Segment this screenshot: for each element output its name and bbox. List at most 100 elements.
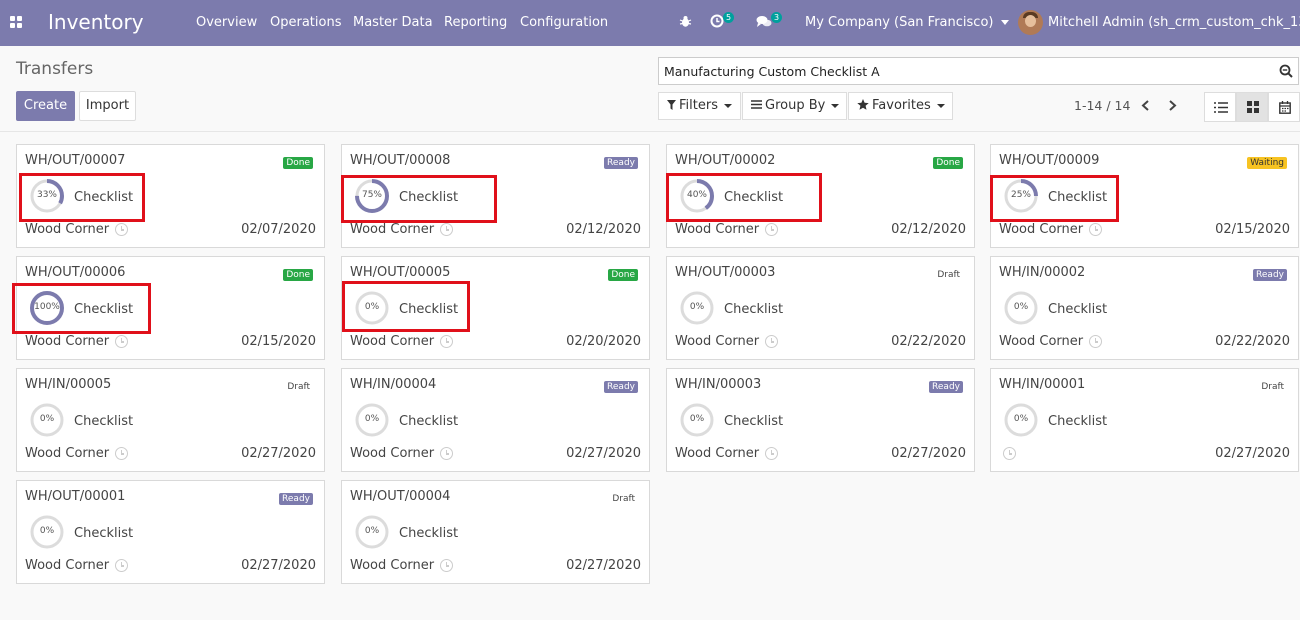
transfer-reference: WH/IN/00003 — [675, 377, 762, 392]
apps-menu-icon[interactable] — [10, 16, 23, 29]
activity-clock-icon[interactable] — [710, 14, 724, 28]
messages-icon[interactable] — [756, 15, 772, 28]
activity-clock-icon[interactable] — [765, 447, 779, 460]
progress-value: 0% — [364, 526, 380, 536]
checklist-label: Checklist — [74, 414, 134, 429]
kanban-view-button[interactable] — [1236, 92, 1268, 122]
partner-name: Wood Corner — [675, 446, 760, 461]
highlight-box — [342, 281, 470, 332]
company-switcher[interactable]: My Company (San Francisco) — [805, 15, 1010, 30]
favorites-button[interactable]: Favorites — [848, 92, 953, 120]
status-badge: Draft — [937, 270, 960, 280]
star-icon — [857, 99, 869, 110]
checklist-label: Checklist — [1048, 302, 1108, 317]
bug-icon[interactable] — [679, 15, 692, 28]
group-by-label: Group By — [765, 98, 826, 113]
company-name: My Company (San Francisco) — [805, 15, 994, 30]
partner-name: Wood Corner — [675, 222, 760, 237]
checklist-label: Checklist — [724, 414, 784, 429]
chevron-down-icon — [936, 103, 945, 108]
group-by-button[interactable]: Group By — [742, 92, 847, 120]
favorites-label: Favorites — [872, 98, 931, 113]
progress-value: 0% — [364, 414, 380, 424]
activity-clock-icon[interactable] — [440, 335, 454, 348]
kanban-card[interactable]: WH/IN/00003 Ready 0% Checklist Wood Corner 02… — [666, 368, 975, 472]
create-button[interactable]: Create — [16, 91, 75, 121]
messages-counter-badge: 3 — [771, 12, 782, 23]
transfer-reference: WH/OUT/00007 — [25, 153, 126, 168]
partner-name: Wood Corner — [25, 334, 110, 349]
checklist-label: Checklist — [1048, 414, 1108, 429]
pager-value[interactable]: 1-14 / 14 — [1074, 98, 1130, 113]
list-view-icon — [1214, 102, 1228, 113]
activity-clock-icon[interactable] — [440, 447, 454, 460]
search-icon[interactable] — [1279, 64, 1293, 78]
status-badge: Ready — [929, 381, 963, 393]
activity-clock-icon[interactable] — [1089, 335, 1103, 348]
kanban-card[interactable]: WH/OUT/00004 Draft 0% Checklist Wood Corner 0… — [341, 480, 650, 584]
chevron-right-icon[interactable] — [1168, 100, 1177, 111]
menu-operations[interactable]: Operations — [270, 15, 341, 30]
filters-label: Filters — [679, 98, 718, 113]
activity-clock-icon[interactable] — [115, 559, 129, 572]
chevron-left-icon[interactable] — [1141, 100, 1150, 111]
search-input[interactable]: Manufacturing Custom Checklist A — [664, 64, 880, 79]
kanban-card[interactable]: WH/IN/00005 Draft 0% Checklist Wood Corner 02… — [16, 368, 325, 472]
activity-clock-icon[interactable] — [115, 447, 129, 460]
search-box[interactable]: Manufacturing Custom Checklist A — [658, 57, 1299, 85]
activity-clock-icon[interactable] — [765, 223, 779, 236]
scheduled-date: 02/15/2020 — [1215, 222, 1290, 237]
checklist-progress-circle: 0% — [1003, 402, 1039, 438]
highlight-box — [666, 173, 822, 222]
transfer-reference: WH/OUT/00005 — [350, 265, 451, 280]
partner-name: Wood Corner — [350, 446, 435, 461]
filters-button[interactable]: Filters — [658, 92, 741, 120]
status-badge: Draft — [612, 494, 635, 504]
avatar[interactable] — [1018, 10, 1043, 35]
scheduled-date: 02/27/2020 — [1215, 446, 1290, 461]
transfer-reference: WH/OUT/00001 — [25, 489, 126, 504]
activity-clock-icon[interactable] — [115, 223, 129, 236]
filter-icon — [667, 100, 676, 110]
scheduled-date: 02/27/2020 — [891, 446, 966, 461]
activity-clock-icon[interactable] — [115, 335, 129, 348]
progress-value: 0% — [1013, 302, 1029, 312]
partner-name: Wood Corner — [999, 334, 1084, 349]
menu-overview[interactable]: Overview — [196, 15, 257, 30]
chevron-down-icon — [831, 103, 840, 108]
activity-clock-icon[interactable] — [440, 559, 454, 572]
status-badge: Ready — [604, 381, 638, 393]
scheduled-date: 02/15/2020 — [241, 334, 316, 349]
activity-clock-icon[interactable] — [765, 335, 779, 348]
highlight-box — [341, 175, 497, 223]
calendar-view-button[interactable] — [1268, 92, 1300, 122]
menu-master-data[interactable]: Master Data — [353, 15, 433, 30]
scheduled-date: 02/20/2020 — [566, 334, 641, 349]
app-title[interactable]: Inventory — [48, 10, 144, 34]
menu-reporting[interactable]: Reporting — [444, 15, 507, 30]
progress-value: 0% — [689, 302, 705, 312]
activity-clock-icon[interactable] — [1003, 447, 1016, 460]
import-button[interactable]: Import — [79, 91, 136, 121]
transfer-reference: WH/IN/00002 — [999, 265, 1086, 280]
kanban-card[interactable]: WH/OUT/00003 Draft 0% Checklist Wood Corner 0… — [666, 256, 975, 360]
scheduled-date: 02/27/2020 — [241, 558, 316, 573]
partner-name: Wood Corner — [25, 222, 110, 237]
kanban-card[interactable]: WH/OUT/00001 Ready 0% Checklist Wood Corner 0… — [16, 480, 325, 584]
status-badge: Done — [283, 157, 313, 169]
kanban-card[interactable]: WH/IN/00002 Ready 0% Checklist Wood Corner 02… — [990, 256, 1299, 360]
transfer-reference: WH/OUT/00009 — [999, 153, 1100, 168]
menu-configuration[interactable]: Configuration — [520, 15, 608, 30]
kanban-card[interactable]: WH/IN/00004 Ready 0% Checklist Wood Corner 02… — [341, 368, 650, 472]
activity-clock-icon[interactable] — [1089, 223, 1103, 236]
list-view-button[interactable] — [1204, 92, 1236, 122]
scheduled-date: 02/27/2020 — [241, 446, 316, 461]
control-panel-divider — [0, 131, 1300, 132]
chevron-down-icon — [723, 103, 732, 108]
scheduled-date: 02/22/2020 — [1215, 334, 1290, 349]
page-title: Transfers — [16, 59, 94, 79]
scheduled-date: 02/27/2020 — [566, 558, 641, 573]
kanban-card[interactable]: WH/IN/00001 Draft 0% Checklist 02/27/2020 — [990, 368, 1299, 472]
user-menu[interactable]: Mitchell Admin (sh_crm_custom_chk_13) — [1048, 15, 1300, 30]
activity-clock-icon[interactable] — [440, 223, 454, 236]
